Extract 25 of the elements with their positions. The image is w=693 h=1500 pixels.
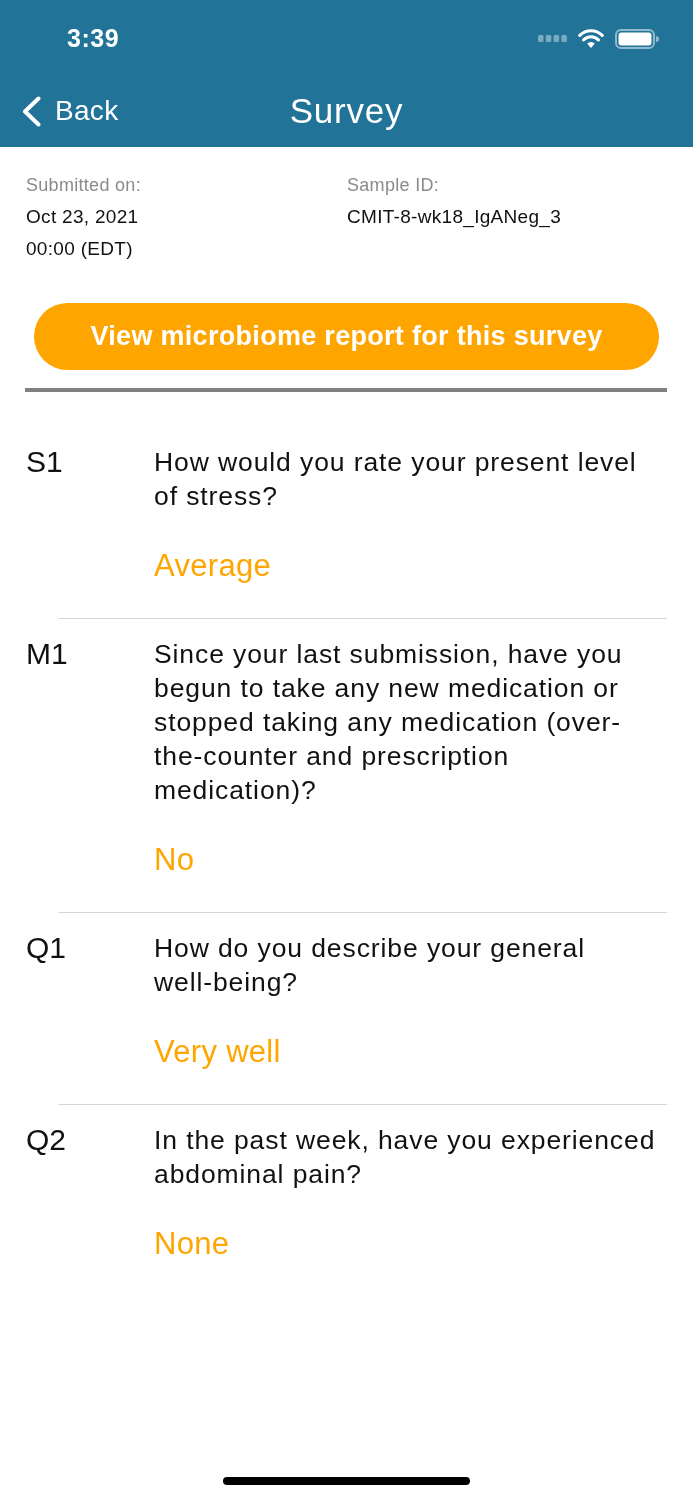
answer-text: None: [154, 1225, 230, 1263]
question-code: M1: [26, 636, 68, 672]
question-text: Since your last submission, have you begun to take any new medication or stopped taking any medication (over-the-counter and prescription medication)?: [154, 638, 624, 807]
field-label: Submitted on:: [26, 174, 141, 197]
field-value: 00:00 (EDT): [26, 237, 133, 261]
battery-icon: [615, 28, 659, 49]
signal-icon: [538, 35, 567, 42]
screen-title: Survey: [289, 91, 404, 131]
chevron-icon: [22, 95, 41, 127]
question-code: Q1: [26, 930, 67, 966]
field-label: Sample ID:: [347, 174, 440, 197]
answer-text: No: [154, 841, 195, 879]
back-button[interactable]: Back: [22, 95, 119, 127]
field-value: Oct 23, 2021: [26, 205, 139, 229]
answer-text: Average: [154, 547, 271, 585]
question-code: S1: [26, 444, 63, 480]
question-text: How do you describe your general well-being?: [154, 932, 586, 999]
wifi-icon: [578, 29, 604, 48]
status-time: 3:39: [67, 23, 120, 53]
answer-text: Very well: [154, 1033, 281, 1071]
question-text: In the past week, have you experienced abdominal pain?: [154, 1124, 657, 1191]
question-text: How would you rate your present level of stress?: [154, 446, 638, 513]
home-indicator[interactable]: [223, 1477, 470, 1485]
question-code: Q2: [26, 1122, 67, 1158]
field-value: CMIT-8-wk18_IgANeg_3: [347, 205, 562, 230]
